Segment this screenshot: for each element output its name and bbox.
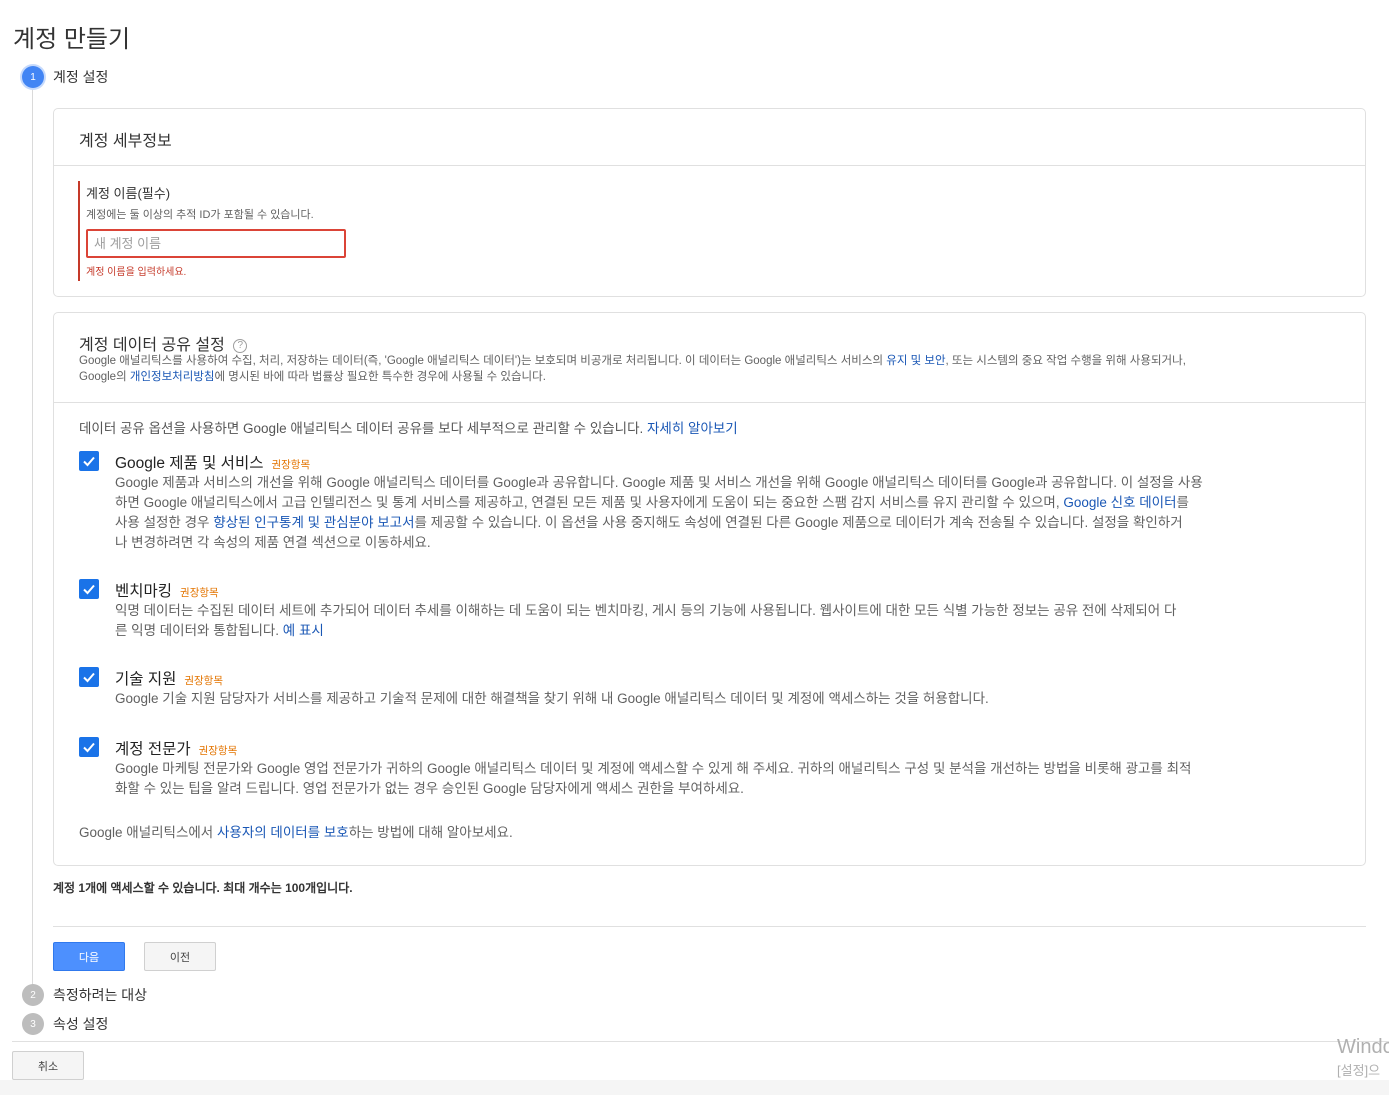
step-2-label[interactable]: 측정하려는 대상 <box>53 985 147 1005</box>
description-line: 화할 수 있는 팁을 알려 드립니다. 영업 전문가가 없는 경우 승인된 Go… <box>115 781 744 796</box>
data-sharing-title-text: 계정 데이터 공유 설정 <box>79 337 225 354</box>
description-text: 른 익명 데이터와 통합됩니다. <box>115 623 283 638</box>
next-button[interactable]: 다음 <box>53 942 125 971</box>
description-text: 에 명시된 바에 따라 법률상 필요한 특수한 경우에 사용될 수 있습니다. <box>214 371 546 383</box>
technical-support-description: Google 기술 지원 담당자가 서비스를 제공하고 기술적 문제에 대한 해… <box>115 689 1355 709</box>
note-text: Google 애널리틱스에서 <box>79 825 217 840</box>
description-line: 사용 설정한 경우 향상된 인구통계 및 관심분야 보고서를 제공할 수 있습니… <box>115 513 1355 533</box>
account-name-input[interactable] <box>86 229 346 258</box>
technical-support-checkbox[interactable] <box>79 667 99 687</box>
technical-support-title: 기술 지원 <box>115 671 177 688</box>
footer-divider <box>12 1041 1389 1042</box>
description-text: 를 <box>1176 495 1189 510</box>
description-text: , 또는 시스템의 중요 작업 수행을 위해 사용되거나, <box>945 355 1186 367</box>
step-1-indicator: 1 <box>22 66 44 88</box>
description-line: 른 익명 데이터와 통합됩니다. 예 표시 <box>115 621 1355 641</box>
note-text: 하는 방법에 대해 알아보세요. <box>348 825 513 840</box>
sharing-intro: 데이터 공유 옵션을 사용하면 Google 애널리틱스 데이터 공유를 보다 … <box>79 417 738 437</box>
benchmarking-description: 익명 데이터는 수집된 데이터 세트에 추가되어 데이터 추세를 이해하는 데 … <box>115 601 1355 641</box>
description-line: 하면 Google 애널리틱스에서 고급 인텔리전스 및 통계 서비스를 제공하… <box>115 493 1355 513</box>
google-products-checkbox[interactable] <box>79 451 99 471</box>
learn-more-link[interactable]: 자세히 알아보기 <box>647 421 738 436</box>
description-text: Google의 <box>79 371 130 383</box>
step-1-number: 1 <box>30 71 36 83</box>
recommended-badge: 권장항목 <box>184 675 223 687</box>
stepper-rail <box>32 76 33 986</box>
description-line: Google 기술 지원 담당자가 서비스를 제공하고 기술적 문제에 대한 해… <box>115 691 989 706</box>
description-line-1: Google 애널리틱스를 사용하여 수집, 처리, 저장하는 데이터(즉, '… <box>79 353 1349 369</box>
privacy-policy-link[interactable]: 개인정보처리방침 <box>130 371 215 383</box>
description-text: Google 애널리틱스를 사용하여 수집, 처리, 저장하는 데이터(즉, '… <box>79 355 887 367</box>
account-specialists-description: Google 마케팅 전문가와 Google 영업 전문가가 귀하의 Googl… <box>115 759 1355 799</box>
recommended-badge: 권장항목 <box>198 745 238 757</box>
account-name-error: 계정 이름을 입력하세요. <box>86 267 187 278</box>
account-details-header: 계정 세부정보 <box>54 109 1365 166</box>
data-protection-link[interactable]: 사용자의 데이터를 보호 <box>217 825 349 840</box>
cancel-button[interactable]: 취소 <box>12 1051 84 1080</box>
description-line: Google 제품과 서비스의 개선을 위해 Google 애널리틱스 데이터를… <box>115 475 1203 490</box>
checkmark-icon <box>83 742 95 753</box>
data-sharing-header: 계정 데이터 공유 설정 ? Google 애널리틱스를 사용하여 수집, 처리… <box>54 313 1365 403</box>
step-1-label[interactable]: 계정 설정 <box>53 67 108 87</box>
activation-watermark-title: Windo <box>1337 1036 1389 1058</box>
demographics-report-link[interactable]: 향상된 인구통계 및 관심분야 보고서 <box>213 515 414 530</box>
step-2-number: 2 <box>30 989 36 1001</box>
maintain-security-link[interactable]: 유지 및 보안 <box>886 355 945 367</box>
description-text: 사용 설정한 경우 <box>115 515 214 530</box>
section-divider <box>53 926 1366 927</box>
benchmarking-checkbox[interactable] <box>79 579 99 599</box>
example-link[interactable]: 예 표시 <box>283 623 324 638</box>
data-protection-note: Google 애널리틱스에서 사용자의 데이터를 보호하는 방법에 대해 알아보… <box>79 821 513 841</box>
account-specialists-option: 계정 전문가 권장항목 <box>115 737 237 759</box>
checkmark-icon <box>83 456 95 467</box>
description-line-2: Google의 개인정보처리방침에 명시된 바에 따라 법률상 필요한 특수한 … <box>79 369 1349 385</box>
description-line: 나 변경하려면 각 속성의 제품 연결 섹션으로 이동하세요. <box>115 535 431 550</box>
google-products-option: Google 제품 및 서비스 권장항목 <box>115 451 310 473</box>
data-sharing-card: 계정 데이터 공유 설정 ? Google 애널리틱스를 사용하여 수집, 처리… <box>53 312 1366 866</box>
description-text: 하면 Google 애널리틱스에서 고급 인텔리전스 및 통계 서비스를 제공하… <box>115 495 1064 510</box>
previous-button[interactable]: 이전 <box>144 942 216 971</box>
bottom-bar <box>0 1080 1389 1095</box>
account-name-help: 계정에는 둘 이상의 추적 ID가 포함될 수 있습니다. <box>86 209 314 221</box>
step-2-indicator: 2 <box>22 984 44 1006</box>
account-details-card: 계정 세부정보 계정 이름(필수) 계정에는 둘 이상의 추적 ID가 포함될 … <box>53 108 1366 297</box>
help-icon[interactable]: ? <box>233 338 248 353</box>
technical-support-option: 기술 지원 권장항목 <box>115 667 223 689</box>
account-limit-note: 계정 1개에 액세스할 수 있습니다. 최대 개수는 100개입니다. <box>53 881 353 895</box>
page-title: 계정 만들기 <box>13 26 131 53</box>
data-sharing-description: Google 애널리틱스를 사용하여 수집, 처리, 저장하는 데이터(즉, '… <box>79 353 1349 385</box>
description-line: Google 마케팅 전문가와 Google 영업 전문가가 귀하의 Googl… <box>115 761 1192 776</box>
step-3-number: 3 <box>30 1018 36 1030</box>
account-specialists-title: 계정 전문가 <box>115 741 191 758</box>
benchmarking-title: 벤치마킹 <box>115 583 173 600</box>
recommended-badge: 권장항목 <box>271 459 311 471</box>
google-signals-link[interactable]: Google 신호 데이터 <box>1063 495 1176 510</box>
account-name-label: 계정 이름(필수) <box>86 186 171 201</box>
description-text: 를 제공할 수 있습니다. 이 옵션을 사용 중지해도 속성에 연결된 다른 G… <box>414 515 1183 530</box>
benchmarking-option: 벤치마킹 권장항목 <box>115 579 219 601</box>
data-sharing-title: 계정 데이터 공유 설정 ? <box>79 331 248 355</box>
checkmark-icon <box>83 584 95 595</box>
account-name-field: 계정 이름(필수) 계정에는 둘 이상의 추적 ID가 포함될 수 있습니다. … <box>78 181 378 281</box>
step-3-indicator: 3 <box>22 1013 44 1035</box>
google-products-title: Google 제품 및 서비스 <box>115 455 264 472</box>
google-products-description: Google 제품과 서비스의 개선을 위해 Google 애널리틱스 데이터를… <box>115 473 1355 553</box>
step-3-label[interactable]: 속성 설정 <box>53 1014 108 1034</box>
checkmark-icon <box>83 672 95 683</box>
recommended-badge: 권장항목 <box>180 587 219 599</box>
sharing-intro-text: 데이터 공유 옵션을 사용하면 Google 애널리틱스 데이터 공유를 보다 … <box>79 421 648 436</box>
activation-watermark-subtitle: [설정]으 <box>1337 1063 1381 1078</box>
account-details-title: 계정 세부정보 <box>79 133 172 150</box>
account-specialists-checkbox[interactable] <box>79 737 99 757</box>
description-line: 익명 데이터는 수집된 데이터 세트에 추가되어 데이터 추세를 이해하는 데 … <box>115 603 1177 618</box>
